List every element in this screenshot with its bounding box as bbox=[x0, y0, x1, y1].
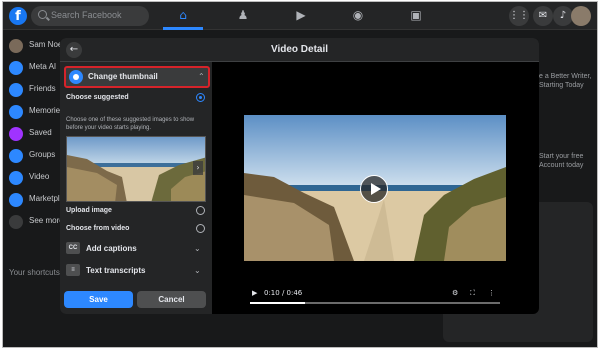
beach-thumbnail-image bbox=[67, 137, 205, 201]
upload-image-radio[interactable] bbox=[196, 206, 205, 215]
search-input[interactable]: Search Facebook bbox=[31, 6, 149, 26]
dialog-header: ← Video Detail bbox=[60, 38, 539, 62]
browser-frame: f Search Facebook ⌂ ♟ ▶ ◉ ▣ ⋮⋮ ✉ ♪ Sam N… bbox=[2, 1, 598, 348]
friends-icon[interactable]: ♟ bbox=[235, 8, 251, 22]
search-placeholder: Search Facebook bbox=[51, 10, 122, 20]
sidebar-item-label: Memories bbox=[29, 106, 65, 115]
search-icon bbox=[38, 10, 47, 19]
thumbnail-help-text: Choose one of these suggested images to … bbox=[66, 117, 195, 131]
chevron-down-icon: ⌄ bbox=[194, 266, 201, 275]
upload-image-label: Upload image bbox=[66, 207, 112, 214]
add-captions-label: Add captions bbox=[86, 244, 137, 253]
profile-avatar[interactable] bbox=[571, 6, 591, 26]
saved-icon bbox=[9, 127, 23, 141]
sidebar-item-label: Sam Noe bbox=[29, 40, 63, 49]
video-detail-dialog: ← Video Detail Change thumbnail ⌃ Choose… bbox=[60, 38, 539, 314]
avatar bbox=[9, 39, 23, 53]
video-icon bbox=[9, 171, 23, 185]
settings-icon[interactable]: ⚙ bbox=[452, 289, 458, 297]
memories-icon bbox=[9, 105, 23, 119]
choose-from-video-label: Choose from video bbox=[66, 225, 130, 232]
home-tab-indicator bbox=[163, 27, 203, 30]
chevron-up-icon: ⌃ bbox=[198, 72, 205, 81]
video-progress-fill bbox=[250, 302, 305, 304]
right-ad-text: Start your free Account today bbox=[539, 152, 583, 170]
choose-from-video-radio[interactable] bbox=[196, 224, 205, 233]
right-ad-text: e a Better Writer, Starting Today bbox=[539, 72, 591, 90]
sidebar-item-label: Groups bbox=[29, 150, 56, 159]
text-transcripts-label: Text transcripts bbox=[86, 266, 146, 275]
meta-ai-icon bbox=[9, 61, 23, 75]
shortcuts-heading: Your shortcuts bbox=[9, 268, 60, 277]
marketplace-icon bbox=[9, 193, 23, 207]
captions-icon: CC bbox=[66, 242, 80, 254]
top-navigation-bar: f Search Facebook ⌂ ♟ ▶ ◉ ▣ ⋮⋮ ✉ ♪ bbox=[3, 2, 597, 30]
messenger-icon[interactable]: ✉ bbox=[533, 6, 553, 26]
video-progress-bar[interactable] bbox=[250, 302, 500, 304]
suggested-thumbnail[interactable]: › bbox=[66, 136, 206, 202]
menu-icon[interactable]: ⋮⋮ bbox=[509, 6, 529, 26]
transcript-icon: ≡ bbox=[66, 264, 80, 276]
friends-icon bbox=[9, 83, 23, 97]
chevron-down-icon bbox=[9, 215, 23, 229]
right-ad-line: Start your free bbox=[539, 153, 584, 160]
groups-icon[interactable]: ◉ bbox=[350, 8, 366, 22]
choose-suggested-radio[interactable] bbox=[196, 93, 205, 102]
right-ad-line: Starting Today bbox=[539, 82, 584, 89]
facebook-logo[interactable]: f bbox=[9, 7, 27, 25]
right-ad-line: Account today bbox=[539, 162, 584, 169]
notifications-icon[interactable]: ♪ bbox=[553, 6, 573, 26]
play-icon[interactable]: ▶ bbox=[252, 289, 257, 297]
sidebar-item-label: Video bbox=[29, 172, 50, 181]
chevron-right-icon[interactable]: › bbox=[193, 161, 203, 175]
change-thumbnail-header[interactable]: Change thumbnail ⌃ bbox=[64, 66, 210, 88]
gaming-icon[interactable]: ▣ bbox=[408, 8, 424, 22]
save-button[interactable]: Save bbox=[64, 291, 133, 308]
groups-icon bbox=[9, 149, 23, 163]
sidebar-item-label: Saved bbox=[29, 128, 52, 137]
sidebar-item-label: See more bbox=[29, 216, 64, 225]
sidebar-item-label: Meta AI bbox=[29, 62, 57, 71]
fullscreen-icon[interactable]: ⛶ bbox=[470, 289, 475, 298]
volume-icon[interactable]: ⋮ bbox=[488, 289, 495, 297]
chevron-down-icon: ⌄ bbox=[194, 244, 201, 253]
play-button[interactable] bbox=[360, 175, 388, 203]
home-icon[interactable]: ⌂ bbox=[175, 8, 191, 22]
video-frame bbox=[244, 115, 506, 261]
right-ad-line: e a Better Writer, bbox=[539, 73, 592, 80]
sidebar-item-label: Friends bbox=[29, 84, 56, 93]
dialog-title: Video Detail bbox=[270, 44, 329, 55]
change-thumbnail-label: Change thumbnail bbox=[88, 72, 158, 81]
video-time: 0:10 / 0:46 bbox=[264, 289, 303, 297]
video-player[interactable]: ▶ 0:10 / 0:46 ⚙ ⛶ ⋮ bbox=[244, 115, 506, 304]
choose-suggested-label: Choose suggested bbox=[66, 94, 129, 101]
thumbnail-icon bbox=[69, 70, 83, 84]
video-icon[interactable]: ▶ bbox=[293, 8, 309, 22]
cancel-button[interactable]: Cancel bbox=[137, 291, 206, 308]
options-panel: Change thumbnail ⌃ Choose suggested Choo… bbox=[60, 62, 212, 314]
